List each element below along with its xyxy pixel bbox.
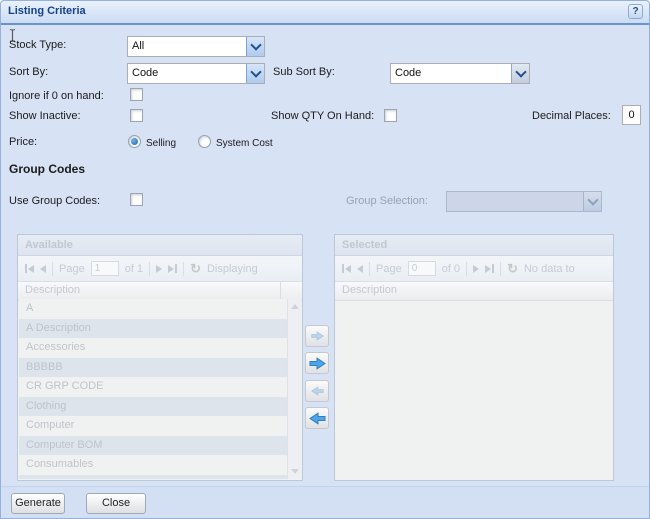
sort-by-value: Code (128, 64, 246, 83)
sub-sort-by-value: Code (391, 64, 511, 83)
show-inactive-label: Show Inactive: (9, 110, 81, 122)
next-page-button[interactable] (473, 265, 479, 273)
refresh-icon[interactable]: ↻ (507, 262, 518, 275)
question-icon: ? (632, 6, 638, 17)
chevron-down-icon[interactable] (511, 64, 529, 83)
list-item[interactable]: Computer (19, 416, 287, 436)
decimal-places-input[interactable] (622, 105, 641, 125)
stock-type-combobox[interactable]: All (127, 36, 265, 57)
show-qty-label: Show QTY On Hand: (271, 110, 374, 122)
generate-button[interactable]: Generate (11, 493, 65, 514)
list-item[interactable]: Accessories (19, 338, 287, 358)
arrow-right-icon (309, 357, 326, 370)
last-page-button[interactable] (168, 264, 177, 273)
list-item[interactable]: Computer BOM (19, 436, 287, 456)
list-item[interactable]: A Description (19, 319, 287, 339)
list-item[interactable]: Consumables (19, 455, 287, 475)
selected-paging-toolbar: Page of 0 ↻ No data to (335, 256, 613, 282)
sub-sort-by-combobox[interactable]: Code (390, 63, 530, 84)
stock-type-label: Stock Type: (9, 39, 66, 51)
window-title: Listing Criteria (8, 5, 86, 17)
available-panel-title: Available (25, 239, 73, 251)
arrow-left-icon (309, 412, 326, 425)
footer-toolbar: Generate Close (1, 486, 649, 518)
next-page-button[interactable] (156, 265, 162, 273)
list-item[interactable]: BBBBB (19, 358, 287, 378)
scroll-down-icon[interactable] (291, 469, 299, 474)
use-group-codes-label: Use Group Codes: (9, 195, 100, 207)
show-inactive-checkbox[interactable] (130, 109, 143, 122)
chevron-down-icon[interactable] (246, 64, 264, 83)
selected-panel-header: Selected (335, 235, 613, 256)
group-codes-heading: Group Codes (9, 162, 85, 176)
arrow-left-icon (311, 386, 324, 396)
ignore-zero-label: Ignore if 0 on hand: (9, 90, 104, 102)
show-qty-checkbox[interactable] (384, 109, 397, 122)
list-item[interactable]: CR GRP CODE (19, 377, 287, 397)
list-item[interactable]: A (19, 299, 287, 319)
page-label: Page (376, 263, 402, 275)
prev-page-button[interactable] (357, 265, 363, 273)
group-selection-combobox[interactable] (446, 191, 602, 212)
chevron-down-icon[interactable] (246, 37, 264, 56)
page-of-label: of 0 (442, 263, 460, 275)
sort-by-label: Sort By: (9, 66, 48, 78)
price-selling-label: Selling (146, 138, 176, 149)
move-right-button[interactable] (305, 325, 329, 347)
available-panel: Available Page of 1 ↻ Displaying Descrip… (17, 234, 303, 481)
page-number-input[interactable] (91, 261, 119, 276)
price-label: Price: (9, 136, 37, 148)
page-of-label: of 1 (125, 263, 143, 275)
arrow-right-icon (311, 331, 324, 341)
price-system-cost-radio[interactable] (198, 135, 211, 148)
page-label: Page (59, 263, 85, 275)
selected-grid-rows (336, 299, 612, 479)
price-selling-radio[interactable] (128, 135, 141, 148)
list-item-clipped[interactable] (19, 475, 287, 480)
sub-sort-by-label: Sub Sort By: (273, 66, 335, 78)
group-selection-label: Group Selection: (346, 195, 428, 207)
list-item[interactable]: Clothing (19, 397, 287, 417)
available-grid-rows: A A Description Accessories BBBBB CR GRP… (19, 299, 287, 479)
help-button[interactable]: ? (628, 4, 643, 19)
page-number-input[interactable] (408, 261, 436, 276)
stock-type-value: All (128, 37, 246, 56)
selected-panel: Selected Page of 0 ↻ No data to Descript… (334, 234, 614, 481)
ignore-zero-checkbox[interactable] (130, 88, 143, 101)
last-page-button[interactable] (485, 264, 494, 273)
first-page-button[interactable] (342, 264, 351, 273)
selected-panel-title: Selected (342, 239, 387, 251)
move-all-left-button[interactable] (305, 407, 329, 429)
listing-criteria-window: Listing Criteria ? Stock Type: All Sort … (0, 0, 650, 519)
refresh-icon[interactable]: ↻ (190, 262, 201, 275)
first-page-button[interactable] (25, 264, 34, 273)
available-paging-toolbar: Page of 1 ↻ Displaying (18, 256, 302, 282)
move-left-button[interactable] (305, 380, 329, 402)
sort-by-combobox[interactable]: Code (127, 63, 265, 84)
column-divider (280, 282, 281, 300)
available-panel-header: Available (18, 235, 302, 256)
move-all-right-button[interactable] (305, 352, 329, 374)
use-group-codes-checkbox[interactable] (130, 193, 143, 206)
close-button[interactable]: Close (86, 493, 146, 514)
paging-status: No data to (524, 263, 575, 275)
vertical-scrollbar[interactable] (287, 299, 301, 479)
paging-status: Displaying (207, 263, 258, 275)
price-system-cost-label: System Cost (216, 138, 273, 149)
prev-page-button[interactable] (40, 265, 46, 273)
group-selection-value (447, 192, 583, 211)
window-titlebar: Listing Criteria ? (1, 1, 649, 25)
decimal-places-label: Decimal Places: (532, 110, 611, 122)
scroll-up-icon[interactable] (291, 304, 299, 309)
chevron-down-icon[interactable] (583, 192, 601, 211)
